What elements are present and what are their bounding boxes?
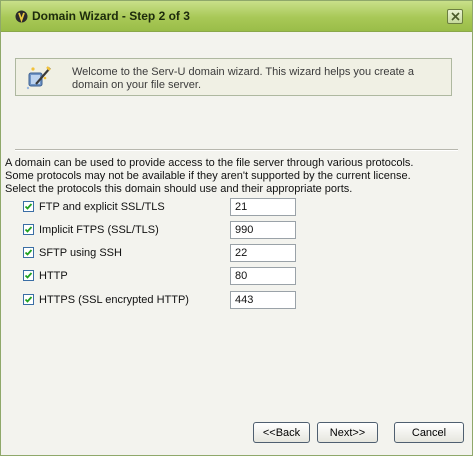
checkmark-icon [24,203,33,210]
ftp-label[interactable]: FTP and explicit SSL/TLS [39,201,165,213]
http-port-field[interactable] [230,267,296,285]
description-line: A domain can be used to provide access t… [5,157,414,169]
sftp-port-field[interactable] [230,244,296,262]
sftp-label[interactable]: SFTP using SSH [39,247,122,259]
ftp-port-field[interactable] [230,198,296,216]
serv-u-app-icon [15,10,28,23]
protocol-row-implicit-ftps: Implicit FTPS (SSL/TLS) [23,221,323,239]
https-label[interactable]: HTTPS (SSL encrypted HTTP) [39,294,189,306]
https-port-field[interactable] [230,291,296,309]
cancel-button[interactable]: Cancel [394,422,464,443]
checkmark-icon [24,249,33,256]
https-checkbox[interactable] [23,294,34,305]
separator [15,149,458,151]
implicit-ftps-checkbox[interactable] [23,224,34,235]
implicit-ftps-label[interactable]: Implicit FTPS (SSL/TLS) [39,224,159,236]
wizard-wand-icon [26,66,51,90]
wizard-content: Welcome to the Serv-U domain wizard. Thi… [1,32,472,455]
protocol-row-https: HTTPS (SSL encrypted HTTP) [23,291,323,309]
checkmark-icon [24,296,33,303]
back-button[interactable]: <<Back [253,422,310,443]
sftp-checkbox[interactable] [23,247,34,258]
protocol-description: A domain can be used to provide access t… [5,157,471,196]
welcome-text: Welcome to the Serv-U domain wizard. Thi… [72,66,414,91]
description-line: Select the protocols this domain should … [5,183,353,195]
protocol-row-sftp: SFTP using SSH [23,244,323,262]
checkmark-icon [24,272,33,279]
protocol-row-ftp: FTP and explicit SSL/TLS [23,198,323,216]
domain-wizard-window: Domain Wizard - Step 2 of 3 Welcome to t… [0,0,473,456]
ftp-checkbox[interactable] [23,201,34,212]
http-label[interactable]: HTTP [39,270,68,282]
window-title: Domain Wizard - Step 2 of 3 [32,9,190,23]
title-bar[interactable]: Domain Wizard - Step 2 of 3 [1,1,472,32]
implicit-ftps-port-field[interactable] [230,221,296,239]
checkmark-icon [24,226,33,233]
protocol-row-http: HTTP [23,267,323,285]
welcome-banner: Welcome to the Serv-U domain wizard. Thi… [15,58,452,96]
close-button[interactable] [447,9,463,24]
next-button[interactable]: Next>> [317,422,378,443]
description-line: Some protocols may not be available if t… [5,170,411,182]
http-checkbox[interactable] [23,270,34,281]
close-icon [451,12,460,21]
